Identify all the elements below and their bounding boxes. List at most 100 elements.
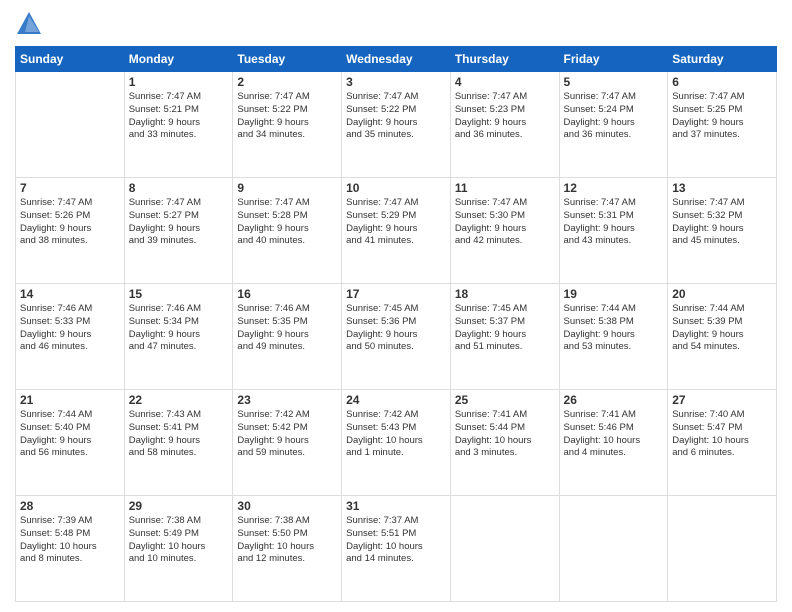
day-number: 7 xyxy=(20,181,120,195)
day-number: 8 xyxy=(129,181,229,195)
calendar-cell: 6 Sunrise: 7:47 AM Sunset: 5:25 PM Daylig… xyxy=(668,72,777,178)
day-info: Sunrise: 7:41 AM Sunset: 5:44 PM Dayligh… xyxy=(455,409,555,460)
calendar-cell: 20 Sunrise: 7:44 AM Sunset: 5:39 PM Dayli… xyxy=(668,284,777,390)
calendar-cell: 18Sunrise: 7:45 AM Sunset: 5:37 PM Dayli… xyxy=(450,284,559,390)
day-number: 9 xyxy=(237,181,337,195)
day-number: 2 xyxy=(237,75,337,89)
day-number: 25 xyxy=(455,393,555,407)
day-info: Sunrise: 7:46 AM Sunset: 5:35 PM Dayligh… xyxy=(237,303,337,354)
calendar-header-thursday: Thursday xyxy=(450,47,559,72)
day-info: Sunrise: 7:47 AM Sunset: 5:30 PM Dayligh… xyxy=(455,197,555,248)
calendar-cell: 1Sunrise: 7:47 AM Sunset: 5:21 PM Daylig… xyxy=(124,72,233,178)
day-info: Sunrise: 7:42 AM Sunset: 5:43 PM Dayligh… xyxy=(346,409,446,460)
day-number: 18 xyxy=(455,287,555,301)
day-number: 30 xyxy=(237,499,337,513)
day-number: 15 xyxy=(129,287,229,301)
calendar-cell: 10Sunrise: 7:47 AM Sunset: 5:29 PM Dayli… xyxy=(342,178,451,284)
day-info: Sunrise: 7:47 AM Sunset: 5:21 PM Dayligh… xyxy=(129,91,229,142)
calendar-cell: 22Sunrise: 7:43 AM Sunset: 5:41 PM Dayli… xyxy=(124,390,233,496)
logo xyxy=(15,10,47,38)
day-number: 5 xyxy=(564,75,664,89)
day-info: Sunrise: 7:47 AM Sunset: 5:32 PM Dayligh… xyxy=(672,197,772,248)
calendar-cell: 31 Sunrise: 7:37 AM Sunset: 5:51 PM Dayli… xyxy=(342,496,451,602)
calendar-header-wednesday: Wednesday xyxy=(342,47,451,72)
week-row-4: 21 Sunrise: 7:44 AM Sunset: 5:40 PM Dayli… xyxy=(16,390,777,496)
day-number: 20 xyxy=(672,287,772,301)
header xyxy=(15,10,777,38)
logo-icon xyxy=(15,10,43,38)
day-info: Sunrise: 7:47 AM Sunset: 5:31 PM Dayligh… xyxy=(564,197,664,248)
day-info: Sunrise: 7:46 AM Sunset: 5:34 PM Dayligh… xyxy=(129,303,229,354)
calendar-cell: 13 Sunrise: 7:47 AM Sunset: 5:32 PM Dayli… xyxy=(668,178,777,284)
day-info: Sunrise: 7:47 AM Sunset: 5:22 PM Dayligh… xyxy=(237,91,337,142)
calendar-header-row: SundayMondayTuesdayWednesdayThursdayFrid… xyxy=(16,47,777,72)
day-info: Sunrise: 7:47 AM Sunset: 5:22 PM Dayligh… xyxy=(346,91,446,142)
page: SundayMondayTuesdayWednesdayThursdayFrid… xyxy=(0,0,792,612)
day-number: 24 xyxy=(346,393,446,407)
calendar-cell xyxy=(16,72,125,178)
day-info: Sunrise: 7:44 AM Sunset: 5:39 PM Dayligh… xyxy=(672,303,772,354)
day-info: Sunrise: 7:46 AM Sunset: 5:33 PM Dayligh… xyxy=(20,303,120,354)
calendar-cell: 24 Sunrise: 7:42 AM Sunset: 5:43 PM Dayli… xyxy=(342,390,451,496)
calendar-cell: 17 Sunrise: 7:45 AM Sunset: 5:36 PM Dayli… xyxy=(342,284,451,390)
calendar-header-sunday: Sunday xyxy=(16,47,125,72)
day-info: Sunrise: 7:47 AM Sunset: 5:28 PM Dayligh… xyxy=(237,197,337,248)
calendar-header-saturday: Saturday xyxy=(668,47,777,72)
day-number: 13 xyxy=(672,181,772,195)
day-number: 6 xyxy=(672,75,772,89)
calendar-cell: 4Sunrise: 7:47 AM Sunset: 5:23 PM Daylig… xyxy=(450,72,559,178)
calendar-cell: 28 Sunrise: 7:39 AM Sunset: 5:48 PM Dayli… xyxy=(16,496,125,602)
day-number: 26 xyxy=(564,393,664,407)
day-info: Sunrise: 7:42 AM Sunset: 5:42 PM Dayligh… xyxy=(237,409,337,460)
day-info: Sunrise: 7:38 AM Sunset: 5:50 PM Dayligh… xyxy=(237,515,337,566)
day-info: Sunrise: 7:40 AM Sunset: 5:47 PM Dayligh… xyxy=(672,409,772,460)
day-info: Sunrise: 7:37 AM Sunset: 5:51 PM Dayligh… xyxy=(346,515,446,566)
day-info: Sunrise: 7:38 AM Sunset: 5:49 PM Dayligh… xyxy=(129,515,229,566)
calendar-cell: 9 Sunrise: 7:47 AM Sunset: 5:28 PM Daylig… xyxy=(233,178,342,284)
calendar-cell: 15 Sunrise: 7:46 AM Sunset: 5:34 PM Dayli… xyxy=(124,284,233,390)
calendar-header-monday: Monday xyxy=(124,47,233,72)
calendar-cell: 3 Sunrise: 7:47 AM Sunset: 5:22 PM Daylig… xyxy=(342,72,451,178)
day-number: 3 xyxy=(346,75,446,89)
day-info: Sunrise: 7:44 AM Sunset: 5:38 PM Dayligh… xyxy=(564,303,664,354)
day-number: 11 xyxy=(455,181,555,195)
day-info: Sunrise: 7:47 AM Sunset: 5:25 PM Dayligh… xyxy=(672,91,772,142)
day-number: 19 xyxy=(564,287,664,301)
day-number: 28 xyxy=(20,499,120,513)
calendar-cell xyxy=(450,496,559,602)
calendar-cell: 23Sunrise: 7:42 AM Sunset: 5:42 PM Dayli… xyxy=(233,390,342,496)
day-info: Sunrise: 7:41 AM Sunset: 5:46 PM Dayligh… xyxy=(564,409,664,460)
day-info: Sunrise: 7:39 AM Sunset: 5:48 PM Dayligh… xyxy=(20,515,120,566)
day-number: 14 xyxy=(20,287,120,301)
day-number: 21 xyxy=(20,393,120,407)
calendar-cell: 7 Sunrise: 7:47 AM Sunset: 5:26 PM Daylig… xyxy=(16,178,125,284)
calendar-cell: 14 Sunrise: 7:46 AM Sunset: 5:33 PM Dayli… xyxy=(16,284,125,390)
calendar-cell: 5Sunrise: 7:47 AM Sunset: 5:24 PM Daylig… xyxy=(559,72,668,178)
day-info: Sunrise: 7:43 AM Sunset: 5:41 PM Dayligh… xyxy=(129,409,229,460)
day-number: 12 xyxy=(564,181,664,195)
calendar-cell: 25 Sunrise: 7:41 AM Sunset: 5:44 PM Dayli… xyxy=(450,390,559,496)
day-info: Sunrise: 7:47 AM Sunset: 5:27 PM Dayligh… xyxy=(129,197,229,248)
day-number: 10 xyxy=(346,181,446,195)
day-number: 17 xyxy=(346,287,446,301)
day-info: Sunrise: 7:44 AM Sunset: 5:40 PM Dayligh… xyxy=(20,409,120,460)
calendar-cell: 26 Sunrise: 7:41 AM Sunset: 5:46 PM Dayli… xyxy=(559,390,668,496)
calendar-cell: 19 Sunrise: 7:44 AM Sunset: 5:38 PM Dayli… xyxy=(559,284,668,390)
calendar-table: SundayMondayTuesdayWednesdayThursdayFrid… xyxy=(15,46,777,602)
day-number: 29 xyxy=(129,499,229,513)
calendar-cell xyxy=(668,496,777,602)
calendar-cell: 2 Sunrise: 7:47 AM Sunset: 5:22 PM Daylig… xyxy=(233,72,342,178)
day-number: 4 xyxy=(455,75,555,89)
day-info: Sunrise: 7:47 AM Sunset: 5:26 PM Dayligh… xyxy=(20,197,120,248)
calendar-header-friday: Friday xyxy=(559,47,668,72)
day-number: 16 xyxy=(237,287,337,301)
calendar-cell xyxy=(559,496,668,602)
day-number: 27 xyxy=(672,393,772,407)
day-info: Sunrise: 7:45 AM Sunset: 5:36 PM Dayligh… xyxy=(346,303,446,354)
day-number: 31 xyxy=(346,499,446,513)
calendar-cell: 12 Sunrise: 7:47 AM Sunset: 5:31 PM Dayli… xyxy=(559,178,668,284)
calendar-cell: 8 Sunrise: 7:47 AM Sunset: 5:27 PM Daylig… xyxy=(124,178,233,284)
calendar-header-tuesday: Tuesday xyxy=(233,47,342,72)
week-row-5: 28 Sunrise: 7:39 AM Sunset: 5:48 PM Dayli… xyxy=(16,496,777,602)
calendar-cell: 27 Sunrise: 7:40 AM Sunset: 5:47 PM Dayli… xyxy=(668,390,777,496)
